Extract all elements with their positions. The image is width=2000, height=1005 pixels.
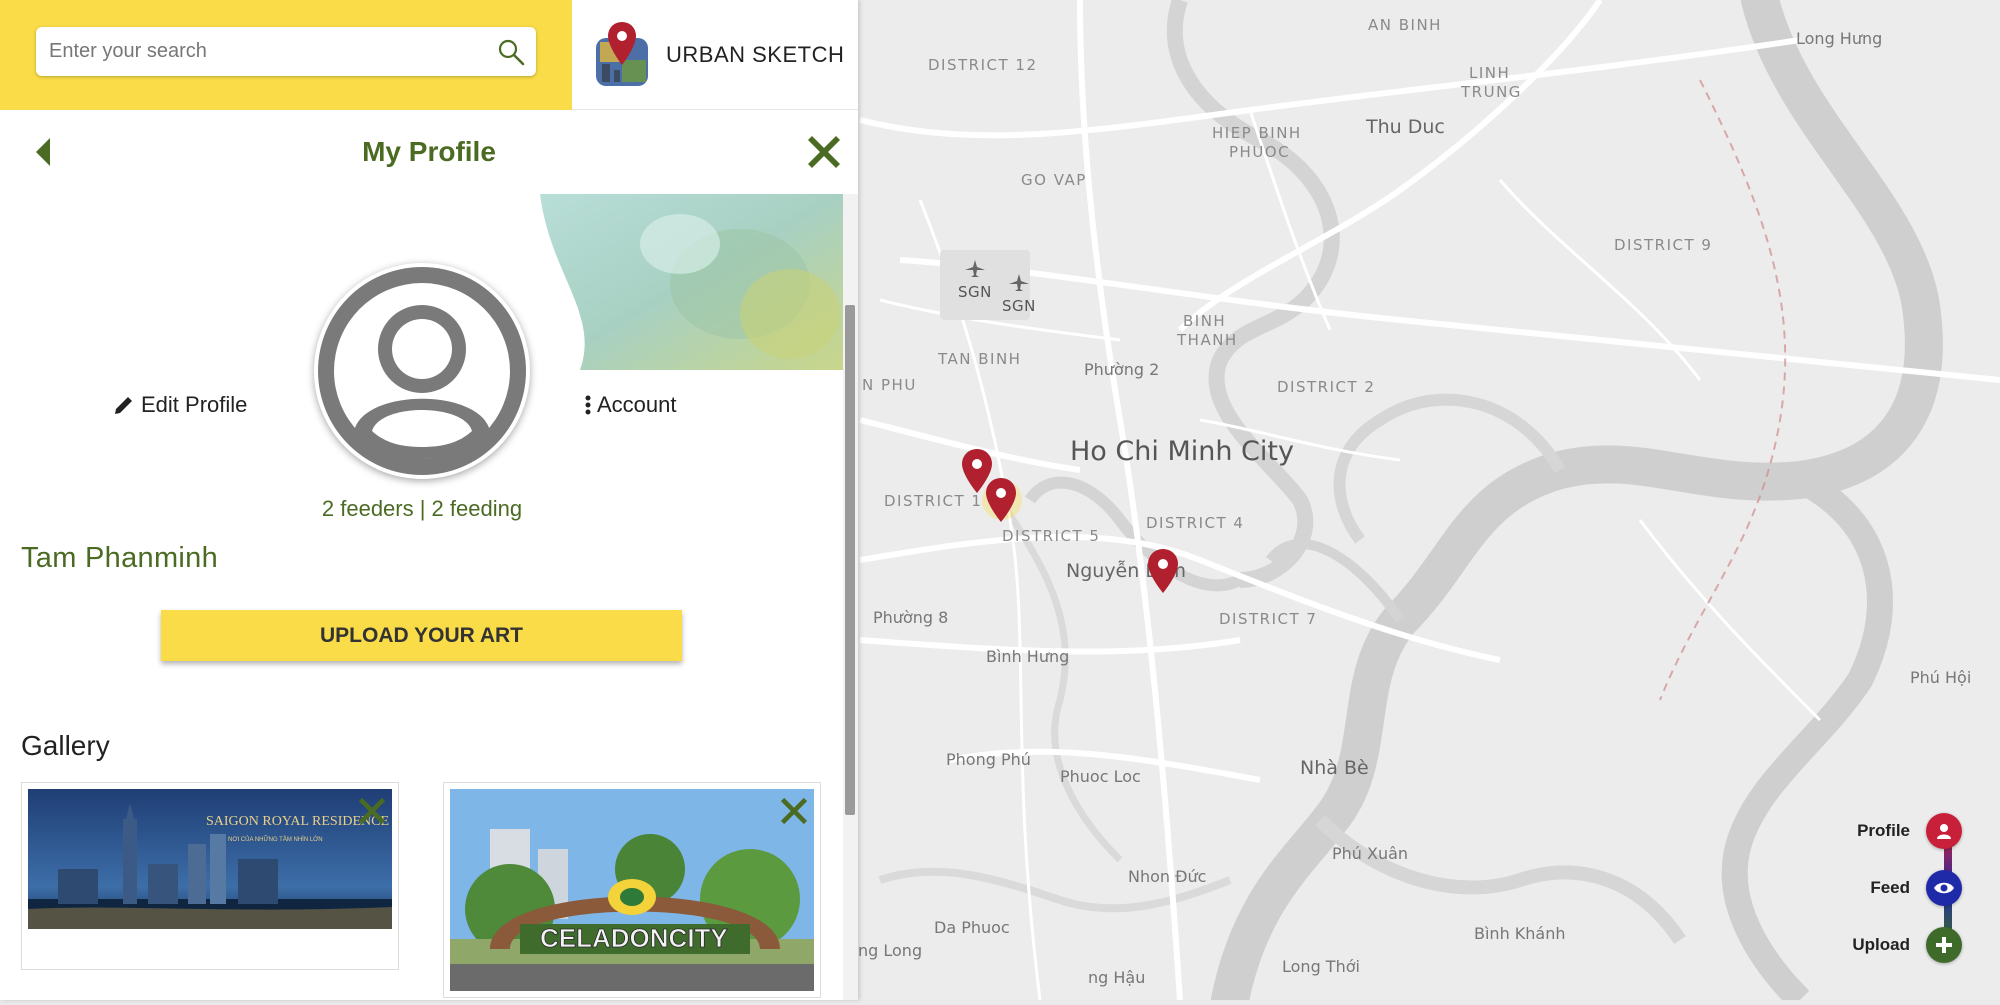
map-label-binh-khanh: Bình Khánh [1474, 924, 1566, 943]
map-label-an-binh: AN BINH [1368, 16, 1442, 34]
gallery-item[interactable]: SAIGON ROYAL RESIDENCE NƠI CỦA NHỮNG TẦM… [21, 782, 399, 970]
map-label-n-phu: N PHU [862, 376, 917, 394]
map-label-district-9: DISTRICT 9 [1614, 236, 1713, 254]
close-icon[interactable] [802, 130, 846, 174]
vertical-dots-icon [585, 395, 591, 415]
map-label-thu-duc: Thu Duc [1366, 116, 1445, 138]
edit-profile-label: Edit Profile [141, 392, 248, 417]
map-label-phu-hoi: Phú Hội [1910, 668, 1972, 687]
brand[interactable]: URBAN SKETCH [572, 0, 858, 110]
map-label-binh: BINH [1183, 312, 1227, 330]
map-label-tan-binh: TAN BINH [938, 350, 1022, 368]
map-label-go-vap: GO VAP [1021, 171, 1087, 189]
airport-marker: SGN [1002, 272, 1036, 315]
map-label-trung: TRUNG [1461, 83, 1522, 101]
delete-icon[interactable] [354, 793, 390, 829]
account-label: Account [597, 392, 677, 417]
fab-profile[interactable]: Profile [1857, 813, 1962, 849]
eye-icon [1934, 882, 1954, 894]
fab-upload[interactable]: Upload [1852, 927, 1962, 963]
map-label-nhon-duc: Nhon Đức [1128, 867, 1207, 886]
map-label-phu-xuan: Phú Xuân [1332, 844, 1409, 863]
search-box [36, 27, 536, 76]
fab-feed-label: Feed [1870, 878, 1910, 897]
search-area [0, 0, 572, 110]
fab-profile-label: Profile [1857, 821, 1910, 840]
plus-icon [1936, 937, 1952, 953]
plane-icon [964, 260, 985, 277]
map-label-linh: LINH [1469, 64, 1511, 82]
page-title: My Profile [362, 136, 496, 167]
scrollbar-thumb[interactable] [845, 305, 855, 815]
map-label-ng-hau: ng Hậu [1088, 968, 1146, 987]
fab-feed[interactable]: Feed [1870, 870, 1962, 906]
gallery-image: SAIGON ROYAL RESIDENCE NƠI CỦA NHỮNG TẦM… [28, 789, 392, 929]
search-input[interactable] [36, 27, 486, 76]
map-label-long-hung: Long Hưng [1796, 29, 1883, 48]
upload-art-button[interactable]: UPLOAD YOUR ART [161, 610, 682, 661]
brand-name: URBAN SKETCH [666, 41, 845, 67]
map-label-phuong-8: Phường 8 [873, 608, 949, 627]
cover-image [540, 194, 843, 370]
map-label-district-2: DISTRICT 2 [1277, 378, 1376, 396]
map-label-long-thoi: Long Thới [1282, 957, 1360, 976]
follower-stats[interactable]: 2 feeders | 2 feeding [314, 496, 530, 522]
map-label-district-12: DISTRICT 12 [928, 56, 1038, 74]
map-pin-marker[interactable] [1146, 548, 1180, 594]
user-name: Tam Phanminh [21, 542, 219, 574]
fab-upload-label: Upload [1852, 935, 1910, 954]
map-label-hiep-binh: HIEP BINH [1212, 124, 1302, 142]
account-button[interactable]: Account [583, 392, 677, 418]
map-label-district-1: DISTRICT 1 [884, 492, 983, 510]
delete-icon[interactable] [776, 793, 812, 829]
feed-button[interactable] [1926, 870, 1962, 906]
map-label-phuoc: PHUOC [1229, 143, 1291, 161]
profile-panel: URBAN SKETCH My Profile [0, 0, 858, 1000]
map-pin-marker[interactable] [984, 477, 1018, 523]
panel-header: My Profile [0, 110, 858, 194]
profile-button[interactable] [1926, 813, 1962, 849]
top-bar: URBAN SKETCH [0, 0, 858, 110]
gallery-item[interactable]: CELADONCITY [443, 782, 821, 998]
map-label-ng-long: ng Long [858, 941, 923, 960]
map-label-district-5: DISTRICT 5 [1002, 527, 1101, 545]
pencil-icon [115, 397, 132, 414]
map-label-da-phuoc: Da Phuoc [934, 918, 1010, 937]
airport-label: SGN [958, 283, 992, 301]
map-label-district-7: DISTRICT 7 [1219, 610, 1318, 628]
gallery-subcaption: NƠI CỦA NHỮNG TẦM NHÌN LỚN [228, 836, 323, 843]
airport-label: SGN [1002, 297, 1036, 315]
map-label-phuoc-loc: Phuoc Loc [1060, 767, 1141, 786]
gallery-image: CELADONCITY [450, 789, 814, 991]
user-avatar-icon [318, 267, 526, 475]
plane-icon [1008, 274, 1029, 291]
avatar[interactable] [314, 263, 530, 479]
edit-profile-button[interactable]: Edit Profile [113, 392, 247, 418]
user-icon [1937, 824, 1951, 839]
upload-fab-button[interactable] [1926, 927, 1962, 963]
map-label-thanh: THANH [1177, 331, 1238, 349]
map-label-binh-hung: Bình Hưng [986, 647, 1070, 666]
map-label-phuong-2: Phường 2 [1084, 360, 1160, 379]
airport-marker: SGN [958, 258, 992, 301]
back-arrow-icon[interactable] [28, 134, 58, 170]
map-label-district-4: DISTRICT 4 [1146, 514, 1245, 532]
map-label-nha-be: Nhà Bè [1300, 757, 1369, 779]
map-label-phong-phu: Phong Phú [946, 750, 1031, 769]
gallery-caption: CELADONCITY [540, 923, 728, 953]
urban-sketch-logo [596, 21, 648, 86]
search-icon [498, 39, 525, 65]
gallery-title: Gallery [21, 730, 110, 761]
map-label-city: Ho Chi Minh City [1070, 436, 1294, 467]
search-button[interactable] [486, 27, 536, 76]
